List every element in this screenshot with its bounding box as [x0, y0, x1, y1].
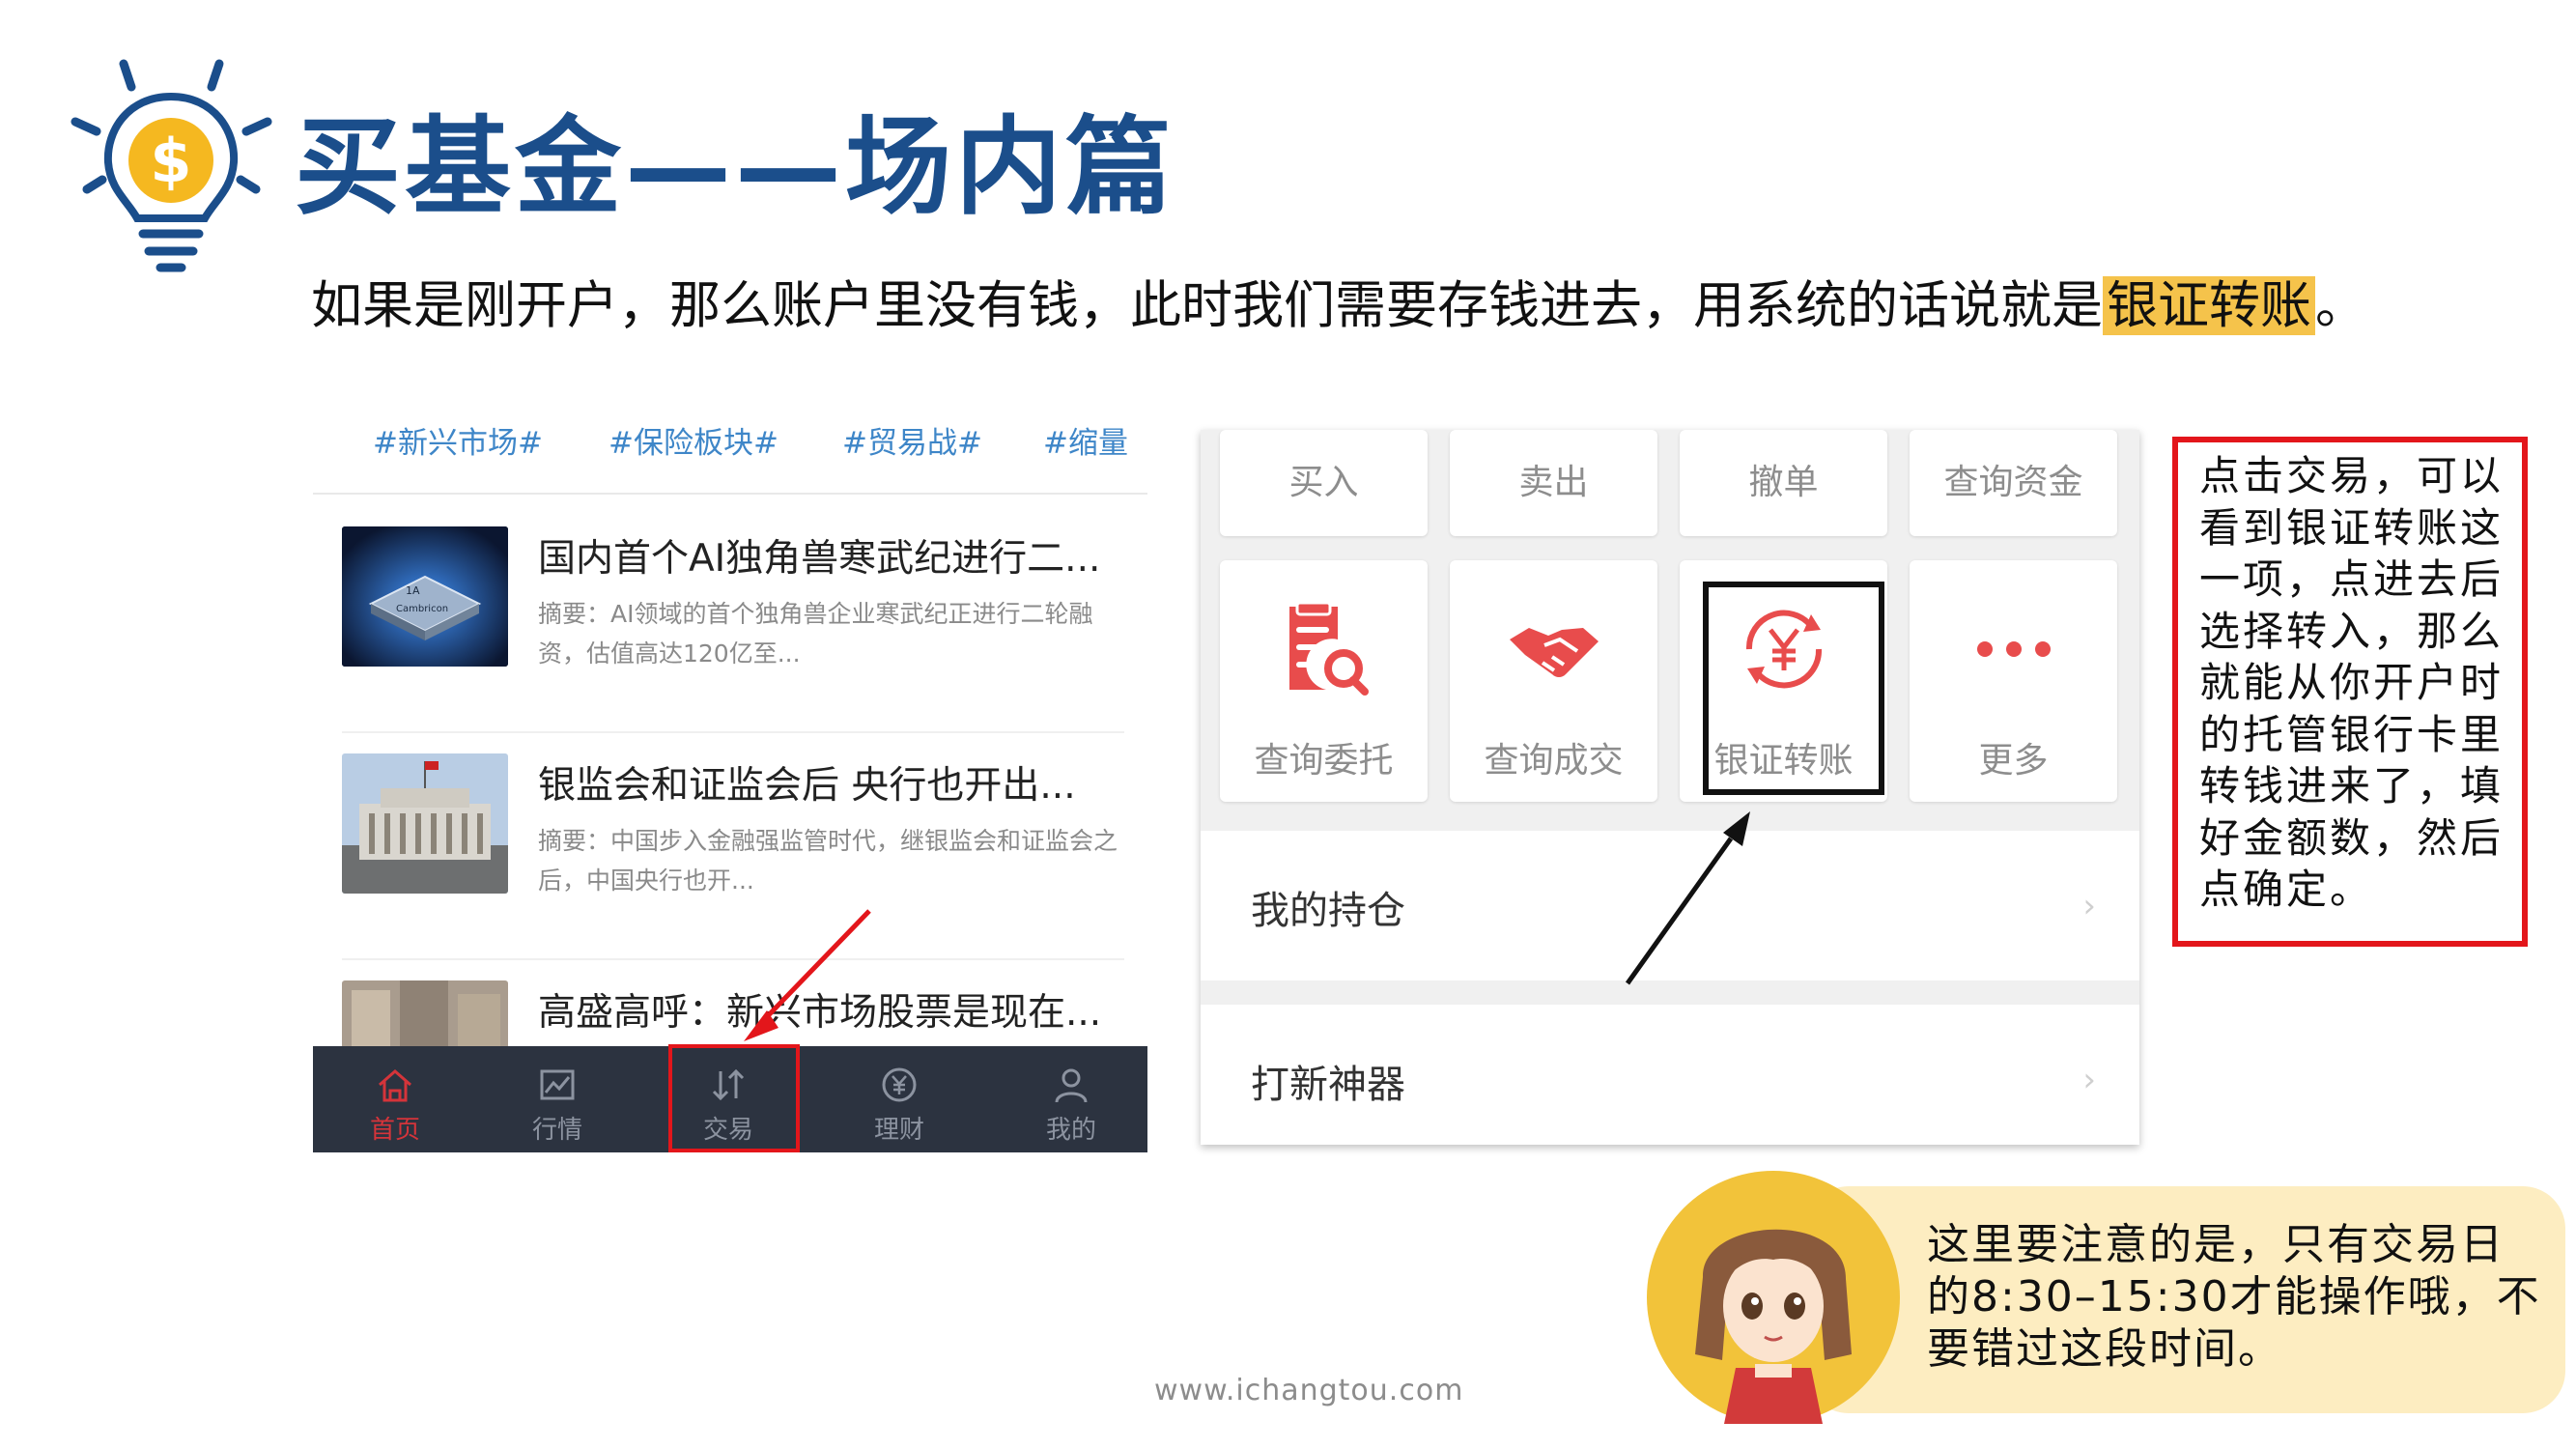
chevron-right-icon: › — [2082, 1061, 2096, 1099]
news-abstract: 摘要：中国步入金融强监管时代，继银监会和证监会之后，中国央行也开... — [538, 827, 1118, 895]
svg-text:$: $ — [150, 126, 191, 196]
svg-text:1A: 1A — [406, 584, 420, 597]
query-funds-button[interactable]: 查询资金 — [1910, 430, 2117, 536]
tab-mine[interactable]: 我的 — [999, 1046, 1144, 1152]
phone-news-screenshot: #新兴市场# #保险板块# #贸易战# #缩量 1A Cambricon 国内首… — [313, 391, 1147, 1152]
tab-finance[interactable]: 理财 — [827, 1046, 972, 1152]
query-orders-button[interactable]: 查询委托 — [1220, 560, 1428, 802]
topic-tag[interactable]: #贸易战# — [842, 418, 982, 462]
news-thumbnail-building — [342, 753, 508, 894]
button-label: 查询成交 — [1484, 741, 1624, 781]
tab-label: 首页 — [369, 1116, 420, 1145]
sell-button[interactable]: 卖出 — [1450, 430, 1657, 536]
page-title: 买基金——场内篇 — [295, 105, 1175, 229]
button-label: 查询委托 — [1254, 741, 1394, 781]
bank-securities-transfer-button[interactable]: 银证转账 — [1680, 560, 1887, 802]
cancel-order-button[interactable]: 撤单 — [1680, 430, 1887, 536]
yen-circle-icon — [882, 1067, 917, 1102]
subtitle-highlight: 银证转账 — [2103, 276, 2315, 335]
topic-tag[interactable]: #缩量 — [1043, 418, 1128, 462]
news-title[interactable]: 银监会和证监会后 央行也开出... — [538, 755, 1076, 810]
query-deals-button[interactable]: 查询成交 — [1450, 560, 1657, 802]
news-item[interactable]: 1A Cambricon 国内首个AI独角兽寒武纪进行二... 摘要：AI领域的… — [342, 509, 1124, 733]
footer-url: www.ichangtou.com — [1154, 1374, 1464, 1407]
row-label: 我的持仓 — [1251, 889, 1405, 933]
subtitle-text: 如果是刚开户，那么账户里没有钱，此时我们需要存钱进去，用系统的话说就是 — [311, 276, 2103, 335]
chevron-right-icon: › — [2082, 887, 2096, 925]
topic-tag[interactable]: #保险板块# — [609, 418, 778, 462]
transfer-arrows-icon — [712, 1068, 745, 1101]
button-label: 更多 — [1978, 741, 2049, 781]
tab-label: 理财 — [873, 1116, 924, 1145]
lightbulb-dollar-icon: $ — [71, 59, 272, 272]
svg-text:Cambricon: Cambricon — [396, 604, 448, 614]
news-item[interactable]: 银监会和证监会后 央行也开出... 摘要：中国步入金融强监管时代，继银监会和证监… — [342, 736, 1124, 960]
topic-tag[interactable]: #新兴市场# — [373, 418, 543, 462]
row-label: 打新神器 — [1251, 1063, 1405, 1107]
instruction-note: 点击交易，可以看到银证转账这一项，点进去后选择转入，那么就能从你开户时的托管银行… — [2172, 437, 2528, 947]
handshake-icon — [1509, 628, 1599, 677]
tip-text: 这里要注意的是，只有交易日的8:30–15:30才能操作哦，不要错过这段时间。 — [1927, 1220, 2541, 1374]
ipo-tool-row[interactable]: 打新神器 › — [1201, 1005, 2139, 1145]
button-label: 银证转账 — [1713, 741, 1854, 781]
yen-transfer-icon — [1745, 610, 1822, 689]
subtitle: 如果是刚开户，那么账户里没有钱，此时我们需要存钱进去，用系统的话说就是银证转账。 — [311, 276, 2366, 335]
chart-icon — [540, 1069, 575, 1100]
cartoon-avatar — [1647, 1171, 1900, 1424]
tab-label: 交易 — [702, 1116, 753, 1145]
tab-market[interactable]: 行情 — [485, 1046, 630, 1152]
news-thumbnail-chip: 1A Cambricon — [342, 526, 508, 667]
user-icon — [1055, 1068, 1088, 1103]
query-order-icon — [1288, 601, 1369, 696]
tab-trade[interactable]: 交易 — [656, 1046, 801, 1152]
trade-panel: 买入 卖出 撤单 查询资金 查询委托 查询成交 银证转账 更多 我的持仓 › 打… — [1201, 430, 2139, 1145]
tab-home[interactable]: 首页 — [323, 1046, 467, 1152]
my-positions-row[interactable]: 我的持仓 › — [1201, 831, 2139, 980]
buy-button[interactable]: 买入 — [1220, 430, 1428, 536]
topic-tags-bar: #新兴市场# #保险板块# #贸易战# #缩量 — [313, 391, 1147, 495]
news-title[interactable]: 国内首个AI独角兽寒武纪进行二... — [538, 528, 1100, 582]
news-title[interactable]: 高盛高呼：新兴市场股票是现在... — [538, 982, 1101, 1037]
subtitle-end: 。 — [2315, 276, 2366, 335]
tab-label: 我的 — [1045, 1116, 1096, 1145]
tab-label: 行情 — [531, 1116, 582, 1145]
more-dots-icon — [1976, 641, 2051, 657]
more-button[interactable]: 更多 — [1910, 560, 2117, 802]
home-icon — [379, 1069, 411, 1102]
news-abstract: 摘要：AI领域的首个独角兽企业寒武纪正进行二轮融资，估值高达120亿至... — [538, 600, 1093, 668]
bottom-tab-bar: 首页 行情 交易 理财 我的 — [313, 1046, 1147, 1152]
